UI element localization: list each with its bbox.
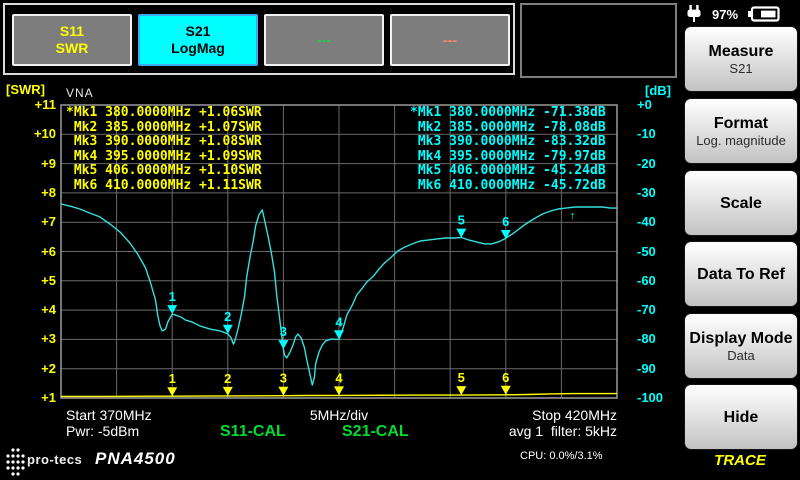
swr-tick-+10: +10 [0, 126, 56, 142]
svg-text:6: 6 [502, 370, 509, 385]
svg-text:3: 3 [280, 324, 287, 339]
trace-button-line1: --- [443, 32, 457, 49]
swr-tick-+5: +5 [0, 273, 56, 289]
svg-text:1: 1 [169, 289, 176, 304]
marker-row: Mk4 395.0000MHz -79.97dB [410, 150, 606, 165]
marker-row: Mk6 410.0000MHz +1.11SWR [66, 179, 262, 194]
db-axis-label: [dB] [645, 83, 671, 98]
marker-row: Mk3 390.0000MHz -83.32dB [410, 135, 606, 150]
marker-row: Mk5 406.0000MHz -45.24dB [410, 164, 606, 179]
swr-tick-+1: +1 [0, 390, 56, 406]
menu-button-sublabel: Log. magnitude [696, 133, 786, 148]
marker-row: Mk3 390.0000MHz +1.08SWR [66, 135, 262, 150]
marker-row: Mk2 385.0000MHz -78.08dB [410, 121, 606, 136]
avg-filter-label: avg 1 filter: 5kHz [61, 423, 617, 439]
trace-button-line2: SWR [56, 40, 89, 57]
cpu-usage-label: CPU: 0.0%/3.1% [520, 450, 603, 462]
menu-button-sublabel: Data [727, 348, 754, 363]
svg-text:5: 5 [458, 213, 465, 228]
menu-button-format[interactable]: FormatLog. magnitude [684, 98, 798, 164]
swr-tick-+9: +9 [0, 156, 56, 172]
swr-tick-+11: +11 [0, 97, 56, 113]
vna-screen: 97% TRACE [SWR] VNA [dB] 1 1 2 2 3 3 4 4 5 5 6 6 ↑ +… [0, 0, 800, 480]
menu-button-label: Data To Ref [697, 265, 785, 284]
marker-row: *Mk1 380.0000MHz -71.38dB [410, 106, 606, 121]
marker-row: Mk2 385.0000MHz +1.07SWR [66, 121, 262, 136]
marker-row: *Mk1 380.0000MHz +1.06SWR [66, 106, 262, 121]
marker-row: Mk6 410.0000MHz -45.72dB [410, 179, 606, 194]
marker-row: Mk5 406.0000MHz +1.10SWR [66, 164, 262, 179]
plot-title: VNA [66, 86, 94, 100]
swr-axis-label: [SWR] [6, 82, 45, 97]
menu-button-hide[interactable]: Hide [684, 384, 798, 450]
svg-text:6: 6 [502, 214, 509, 229]
swr-tick-+8: +8 [0, 185, 56, 201]
marker-row: Mk4 395.0000MHz +1.09SWR [66, 150, 262, 165]
brand-name: pro-tecs [27, 452, 82, 467]
menu-button-measure[interactable]: MeasureS21 [684, 26, 798, 92]
svg-text:4: 4 [335, 370, 343, 385]
trace-button-line1: S11 [60, 23, 84, 40]
brand-logo-dots [5, 446, 25, 478]
swr-tick-+3: +3 [0, 331, 56, 347]
menu-button-sublabel: S21 [729, 61, 752, 76]
menu-button-label: Measure [709, 42, 774, 61]
menu-button-label: Scale [720, 194, 762, 213]
menu-button-label: Display Mode [689, 329, 792, 348]
svg-text:4: 4 [335, 314, 343, 329]
svg-text:↑: ↑ [570, 210, 576, 222]
trace-button-line1: --- [317, 32, 331, 49]
svg-text:2: 2 [224, 309, 231, 324]
svg-text:3: 3 [280, 371, 287, 386]
battery-percent: 97% [712, 7, 738, 22]
trace-button-1[interactable]: S11SWR [12, 14, 132, 66]
svg-text:5: 5 [458, 370, 465, 385]
battery-icon [748, 6, 780, 22]
svg-text:1: 1 [169, 371, 176, 386]
swr-tick-+7: +7 [0, 214, 56, 230]
trace-button-4[interactable]: --- [390, 14, 510, 66]
side-menu-title: TRACE [683, 452, 797, 469]
swr-tick-+2: +2 [0, 361, 56, 377]
spare-trace-panel [520, 3, 677, 78]
menu-button-display-mode[interactable]: Display ModeData [684, 313, 798, 379]
menu-button-data-to-ref[interactable]: Data To Ref [684, 241, 798, 307]
swr-tick-+4: +4 [0, 302, 56, 318]
svg-text:2: 2 [224, 371, 231, 386]
stop-frequency-label: Stop 420MHz [61, 407, 617, 423]
trace-button-2-selected[interactable]: S21LogMag [138, 14, 258, 66]
model-name: PNA4500 [95, 449, 176, 469]
trace-button-line1: S21 [186, 23, 211, 40]
trace-button-line2: LogMag [171, 40, 225, 57]
marker-table-db: *Mk1 380.0000MHz -71.38dB Mk2 385.0000MH… [410, 106, 606, 194]
power-plug-icon [686, 5, 702, 23]
menu-button-scale[interactable]: Scale [684, 170, 798, 236]
menu-button-label: Hide [724, 408, 759, 427]
marker-table-swr: *Mk1 380.0000MHz +1.06SWR Mk2 385.0000MH… [66, 106, 262, 194]
power-status: 97% [686, 4, 798, 24]
menu-button-label: Format [714, 114, 768, 133]
swr-tick-+6: +6 [0, 244, 56, 260]
trace-button-3[interactable]: --- [264, 14, 384, 66]
